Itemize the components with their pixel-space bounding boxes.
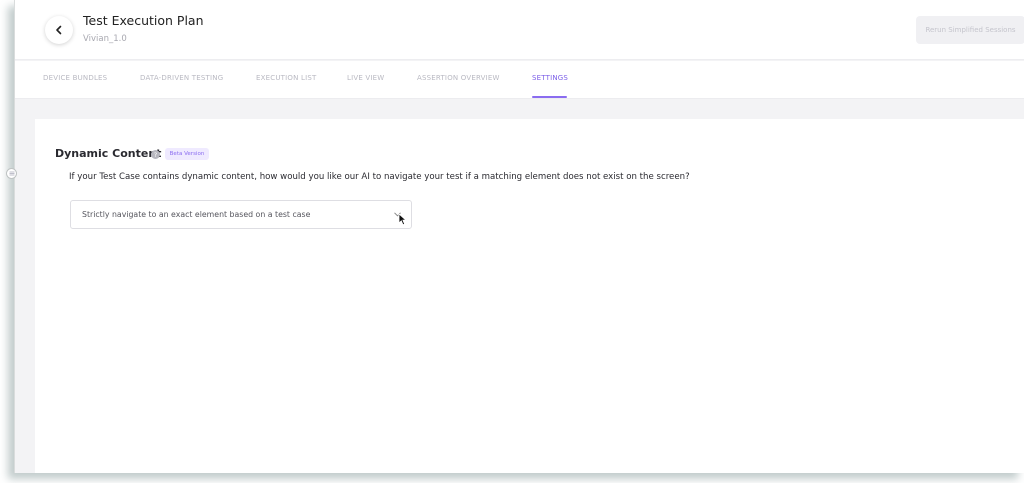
chevron-left-icon: [56, 25, 62, 35]
collapse-handle[interactable]: [6, 168, 17, 179]
beta-badge: Beta Version: [165, 148, 209, 160]
tab-assertion-overview[interactable]: ASSERTION OVERVIEW: [417, 74, 500, 82]
menu-lines-icon: [9, 171, 14, 176]
rerun-button[interactable]: Rerun Simplified Sessions: [916, 16, 1024, 44]
back-button[interactable]: [45, 16, 73, 44]
active-tab-indicator: [532, 96, 567, 98]
screenshot-frame: Test Execution Plan Vivian_1.0 Rerun Sim…: [0, 0, 1024, 483]
tab-bar: DEVICE BUNDLES DATA-DRIVEN TESTING EXECU…: [15, 61, 1024, 99]
tab-execution-list[interactable]: EXECUTION LIST: [256, 74, 316, 82]
question-circle-icon[interactable]: ?: [151, 150, 160, 159]
tab-settings[interactable]: SETTINGS: [532, 74, 568, 82]
navigation-mode-select[interactable]: Strictly navigate to an exact element ba…: [70, 200, 412, 229]
app-window: Test Execution Plan Vivian_1.0 Rerun Sim…: [14, 0, 1024, 473]
page-header: Test Execution Plan Vivian_1.0 Rerun Sim…: [15, 0, 1024, 60]
tab-data-driven-testing[interactable]: DATA-DRIVEN TESTING: [140, 74, 223, 82]
mouse-cursor-icon: [398, 213, 407, 226]
page-title: Test Execution Plan: [83, 13, 204, 28]
content-gap: [15, 99, 1024, 119]
tab-device-bundles[interactable]: DEVICE BUNDLES: [43, 74, 107, 82]
select-value: Strictly navigate to an exact element ba…: [82, 210, 311, 219]
section-title: Dynamic Content: [55, 147, 162, 160]
page-subtitle: Vivian_1.0: [83, 34, 127, 44]
tab-live-view[interactable]: LIVE VIEW: [347, 74, 384, 82]
dynamic-content-question: If your Test Case contains dynamic conte…: [69, 172, 690, 182]
